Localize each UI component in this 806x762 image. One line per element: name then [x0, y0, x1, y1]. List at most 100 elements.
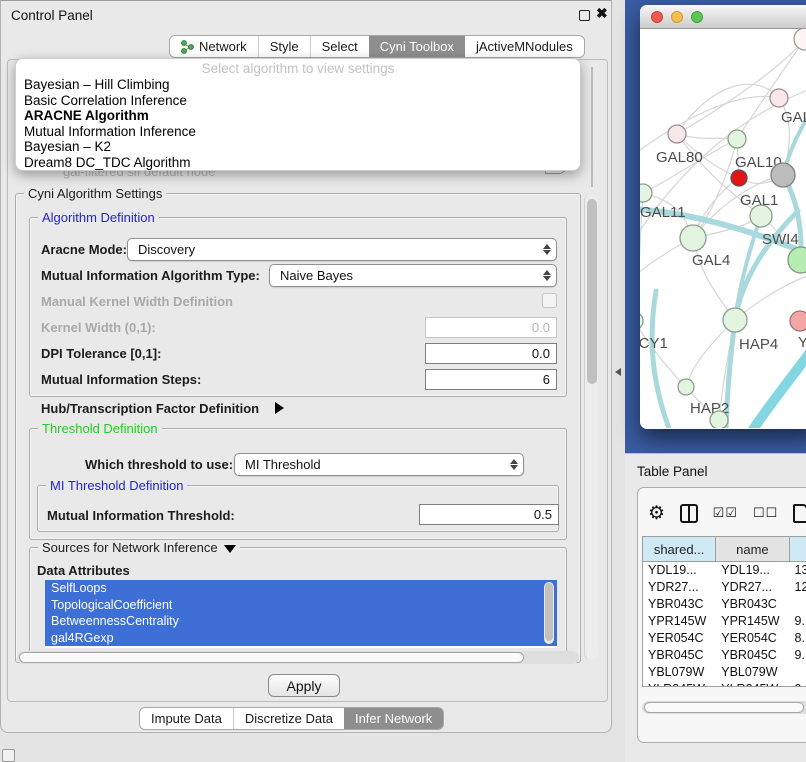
table-panel-region: Table Panel ⚙ ☑☑ ☐☐ shared... name A YDL…: [625, 453, 806, 762]
algorithm-option[interactable]: ARACNE Algorithm: [16, 108, 580, 124]
network-node-gal80[interactable]: [668, 125, 686, 143]
table-toolbar: ⚙ ☑☑ ☐☐: [648, 500, 806, 526]
panel-divider-arrow[interactable]: [615, 368, 621, 376]
tab-discretize-data[interactable]: Discretize Data: [233, 708, 344, 729]
network-window-titlebar[interactable]: [640, 5, 806, 29]
select-all-checkboxes-icon[interactable]: ☑☑: [713, 505, 738, 521]
tab-cyni-toolbox[interactable]: Cyni Toolbox: [369, 36, 465, 57]
settings-horizontal-scrollbar[interactable]: [17, 651, 579, 664]
network-node-gal4[interactable]: [680, 225, 706, 251]
sources-title: Sources for Network Inference: [38, 540, 240, 555]
table-hscroll-thumb[interactable]: [644, 702, 804, 713]
taskbar-mini-icon[interactable]: [2, 749, 15, 762]
mi-threshold-field[interactable]: [419, 504, 559, 525]
tab-style[interactable]: Style: [258, 36, 310, 57]
apply-button[interactable]: Apply: [268, 674, 340, 697]
algorithm-dropdown-popup: Select algorithm to view settings Bayesi…: [15, 58, 581, 171]
table-row[interactable]: YER054C YER054C 8.: [643, 630, 806, 647]
network-node[interactable]: [771, 163, 795, 187]
network-edge[interactable]: [693, 238, 735, 320]
settings-hscroll-thumb[interactable]: [19, 652, 524, 663]
columns-icon[interactable]: [680, 504, 698, 523]
aracne-mode-combo[interactable]: Discovery: [127, 238, 557, 261]
network-node-hap4[interactable]: [723, 308, 747, 332]
network-node-label: GAL4: [692, 252, 730, 269]
hub-expand-arrow-icon[interactable]: [275, 402, 284, 414]
algorithm-option[interactable]: Basic Correlation Inference: [16, 93, 580, 109]
table-header-row: shared... name A: [643, 537, 806, 562]
control-panel-window: Control Panel ✖ Network Style Select Cyn…: [0, 0, 612, 733]
table-row[interactable]: YBR045C YBR045C 9.: [643, 647, 806, 664]
network-node[interactable]: [731, 170, 747, 186]
table-row[interactable]: YDL19... YDL19... 13: [643, 562, 806, 579]
deselect-all-checkboxes-icon[interactable]: ☐☐: [753, 505, 778, 521]
network-node-gal11[interactable]: [640, 184, 652, 202]
minimize-traffic-light-icon[interactable]: [671, 11, 683, 23]
algorithm-option[interactable]: Dream8 DC_TDC Algorithm: [16, 155, 580, 171]
zoom-traffic-light-icon[interactable]: [691, 11, 703, 23]
mi-steps-field[interactable]: [425, 369, 557, 390]
attribute-item-selected[interactable]: BetweennessCentrality: [45, 613, 557, 630]
network-graph-svg[interactable]: GALGAL80GAL10GAL11GAL1GAL4SWI4HAP4YGCY1H…: [640, 29, 806, 428]
data-attributes-label: Data Attributes: [37, 563, 130, 578]
network-node[interactable]: [710, 411, 728, 428]
sources-collapse-arrow-icon[interactable]: [224, 545, 236, 553]
manual-kernel-checkbox[interactable]: [542, 293, 557, 308]
algorithm-option[interactable]: Bayesian – Hill Climbing: [16, 77, 580, 93]
column-header-shared-name[interactable]: shared...: [643, 537, 716, 561]
hub-definition-label: Hub/Transcription Factor Definition: [41, 401, 259, 416]
combo-stepper-icon: [505, 459, 523, 470]
close-traffic-light-icon[interactable]: [651, 11, 663, 23]
settings-scrollbar-thumb[interactable]: [587, 199, 597, 384]
node-attribute-table[interactable]: shared... name A YDL19... YDL19... 13 YD…: [642, 536, 806, 687]
data-attributes-list[interactable]: SelfLoops TopologicalCoefficient Between…: [45, 580, 557, 648]
table-row[interactable]: YDR27... YDR27... 12: [643, 579, 806, 596]
mi-type-combo[interactable]: Naive Bayes: [269, 264, 557, 287]
tab-select[interactable]: Select: [310, 36, 369, 57]
network-node-label: GAL11: [640, 204, 686, 221]
network-node-y[interactable]: [790, 311, 806, 331]
network-node-hap2[interactable]: [678, 379, 694, 395]
kernel-width-field[interactable]: [425, 317, 557, 338]
network-node-label: GAL80: [656, 149, 703, 166]
network-edge[interactable]: [752, 347, 806, 428]
network-canvas[interactable]: GALGAL80GAL10GAL11GAL1GAL4SWI4HAP4YGCY1H…: [640, 29, 806, 428]
attribute-item-selected[interactable]: TopologicalCoefficient: [45, 597, 557, 614]
network-node-gal[interactable]: [770, 89, 788, 107]
mi-type-label: Mutual Information Algorithm Type:: [41, 268, 260, 283]
table-card: ⚙ ☑☑ ☐☐ shared... name A YDL19... YDL19.…: [637, 487, 806, 743]
attribute-item-selected[interactable]: SelfLoops: [45, 580, 557, 597]
document-icon[interactable]: [793, 504, 806, 523]
network-node-swi4[interactable]: [788, 247, 806, 273]
table-body: YDL19... YDL19... 13 YDR27... YDR27... 1…: [643, 562, 806, 687]
table-horizontal-scrollbar[interactable]: [642, 701, 806, 714]
network-edge[interactable]: [677, 84, 779, 134]
which-threshold-combo[interactable]: MI Threshold: [234, 453, 524, 476]
aracne-mode-label: Aracne Mode:: [41, 242, 127, 257]
tab-network-label: Network: [199, 39, 247, 54]
network-node-gal10[interactable]: [728, 130, 746, 148]
column-header-name[interactable]: name: [716, 537, 789, 561]
dpi-tolerance-field[interactable]: [425, 343, 557, 364]
algorithm-option[interactable]: Bayesian – K2: [16, 139, 580, 155]
column-header-partial[interactable]: A: [790, 537, 806, 561]
network-view-window: GALGAL80GAL10GAL11GAL1GAL4SWI4HAP4YGCY1H…: [640, 5, 806, 429]
settings-vertical-scrollbar[interactable]: [584, 194, 598, 660]
tab-jactivemnodules[interactable]: jActiveMNodules: [465, 36, 584, 57]
algorithm-option[interactable]: Mutual Information Inference: [16, 124, 580, 140]
close-icon[interactable]: ✖: [596, 5, 608, 22]
table-row[interactable]: YBR043C YBR043C: [643, 596, 806, 613]
table-row[interactable]: YPR145W YPR145W 9.: [643, 613, 806, 630]
network-node[interactable]: [794, 29, 806, 50]
tab-infer-network[interactable]: Infer Network: [344, 708, 443, 729]
tab-network[interactable]: Network: [170, 36, 258, 57]
table-row[interactable]: YBL079W YBL079W: [643, 664, 806, 681]
float-window-icon[interactable]: [579, 10, 590, 21]
gear-icon[interactable]: ⚙: [648, 504, 665, 523]
table-row[interactable]: YLR345W YLR345W 9.: [643, 681, 806, 687]
attributes-list-scrollbar[interactable]: [544, 582, 554, 644]
attribute-item-selected[interactable]: gal4RGexp: [45, 630, 557, 647]
network-node-gcy1[interactable]: [640, 312, 643, 330]
tab-impute-data[interactable]: Impute Data: [140, 708, 233, 729]
network-edge[interactable]: [640, 321, 686, 387]
